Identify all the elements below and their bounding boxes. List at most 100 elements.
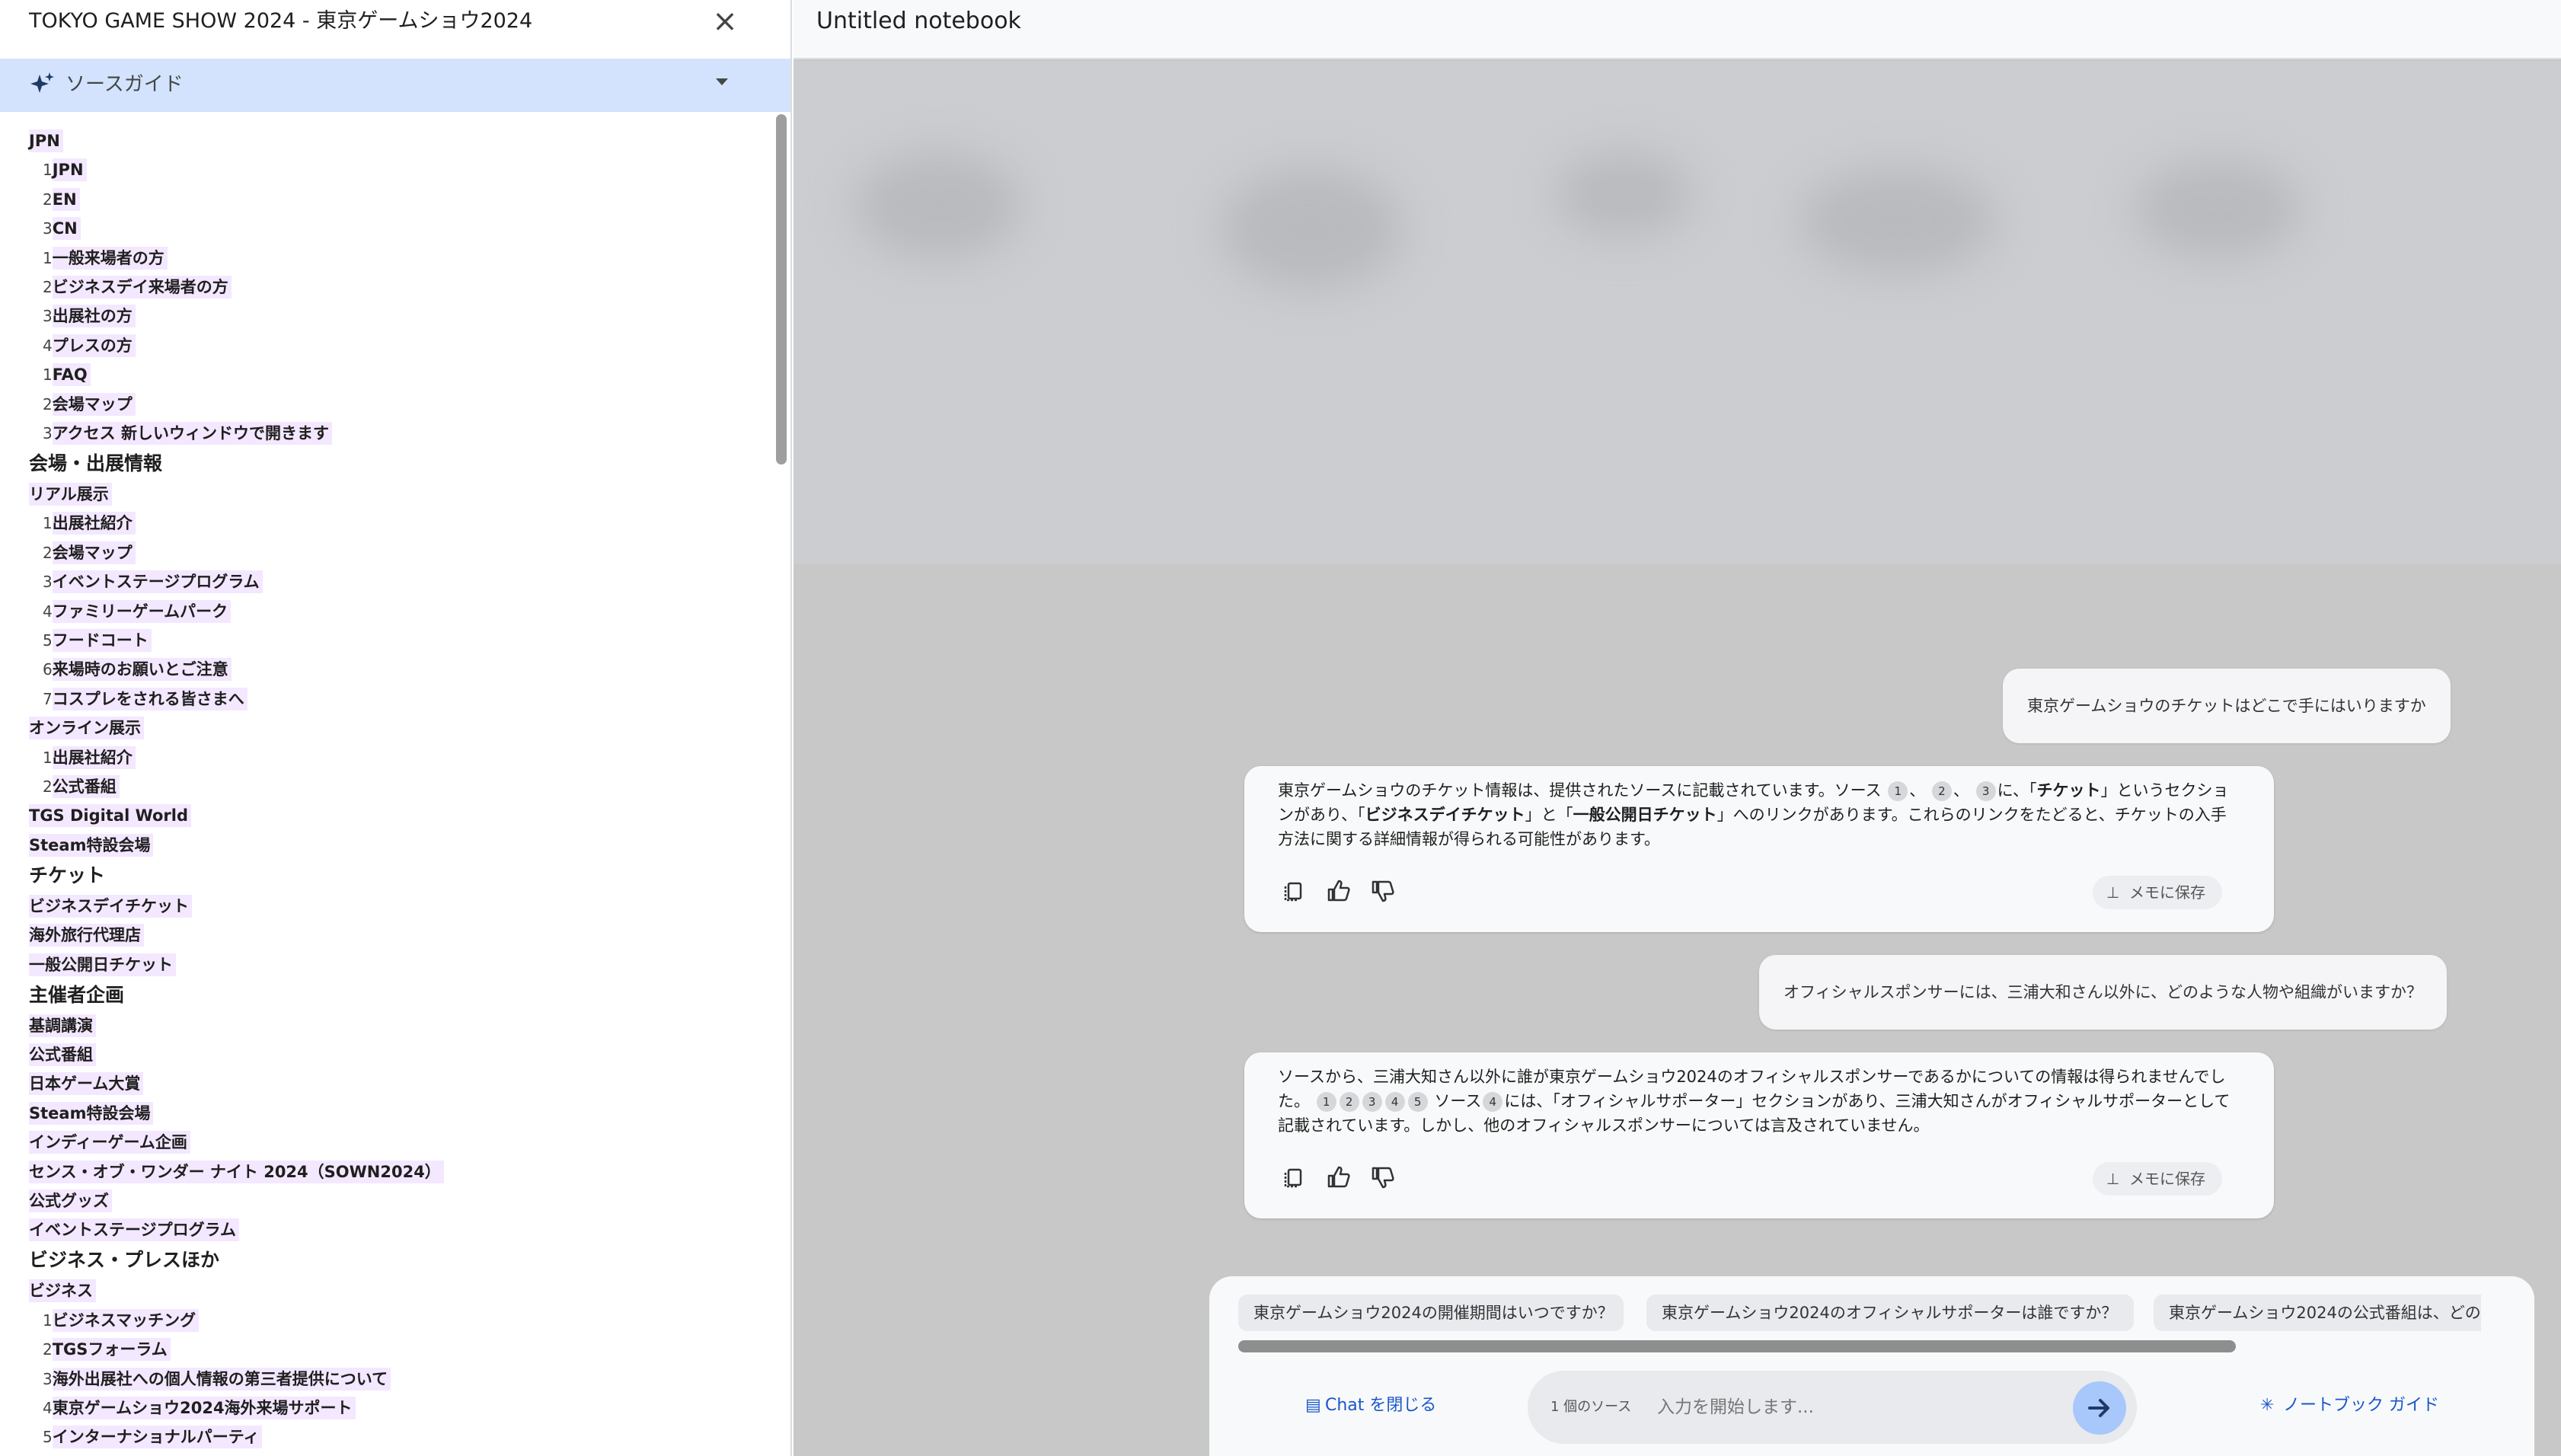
outline-item-label: 来場時のお願いとご注意 bbox=[52, 658, 232, 682]
citation-chip[interactable]: 5 bbox=[1407, 1092, 1428, 1112]
outline-item[interactable]: 4プレスの方 bbox=[43, 334, 136, 363]
outline-item[interactable]: 1出展社紹介 bbox=[43, 746, 136, 775]
copy-icon[interactable] bbox=[1278, 1161, 1311, 1194]
suggestions-scrollbar[interactable] bbox=[1238, 1340, 2236, 1352]
thumbs-up-icon[interactable] bbox=[1322, 874, 1356, 908]
outline-item[interactable]: 1出展社紹介 bbox=[43, 512, 136, 541]
citation-chip[interactable]: 4 bbox=[1384, 1092, 1405, 1112]
outline-item[interactable]: リアル展示 bbox=[29, 483, 112, 512]
source-count-badge: 1 個のソース bbox=[1550, 1399, 1632, 1415]
sparkle-icon bbox=[30, 72, 54, 93]
outline-item-label: 海外旅行代理店 bbox=[29, 924, 144, 947]
outline-item[interactable]: TGS Digital World bbox=[29, 804, 192, 833]
thumbs-up-icon[interactable] bbox=[1322, 1161, 1356, 1194]
outline-item[interactable]: 公式グッズ bbox=[29, 1189, 112, 1218]
citation-chip[interactable]: 2 bbox=[1931, 781, 1952, 801]
outline-item-label: 会場マップ bbox=[52, 541, 136, 564]
citation-chip[interactable]: 3 bbox=[1362, 1092, 1382, 1112]
outline-item[interactable]: イベントステージプログラム bbox=[29, 1218, 239, 1247]
outline-item-label: プレスの方 bbox=[52, 334, 136, 357]
outline-item[interactable]: 3海外出展社への個人情報の第三者提供について bbox=[43, 1367, 391, 1397]
outline-item[interactable]: ビジネスデイチケット bbox=[29, 894, 192, 924]
outline-item[interactable]: 3イベントステージプログラム bbox=[43, 570, 263, 599]
user-message-text: オフィシャルスポンサーには、三浦大和さん以外に、どのような人物や組織がいますか？ bbox=[1783, 983, 2422, 1001]
close-chat-button[interactable]: ▤ Chat を閉じる bbox=[1305, 1391, 1436, 1421]
outline-item-label: JPN bbox=[52, 158, 87, 182]
outline-item[interactable]: 1ビジネスマッチング bbox=[43, 1308, 200, 1338]
outline-item[interactable]: 1FAQ bbox=[43, 363, 91, 392]
suggested-question[interactable]: 東京ゲームショウ2024の開催期間はいつですか？ bbox=[1238, 1295, 1624, 1331]
outline-item[interactable]: 一般公開日チケット bbox=[29, 953, 176, 982]
outline-item[interactable]: 6来場時のお願いとご注意 bbox=[43, 658, 232, 687]
outline-item[interactable]: 1JPN bbox=[43, 158, 87, 187]
outline-item[interactable]: 3出展社の方 bbox=[43, 305, 136, 334]
outline-item-label: アクセス 新しいウィンドウで開きます bbox=[52, 422, 332, 445]
thumbs-down-icon[interactable] bbox=[1366, 874, 1400, 908]
suggested-question[interactable]: 東京ゲームショウ2024の公式番組は、どの bbox=[2154, 1295, 2481, 1331]
outline-item[interactable]: 2会場マップ bbox=[43, 541, 136, 570]
save-to-note-button[interactable]: ⊥ メモに保存 bbox=[2093, 876, 2222, 909]
outline-item[interactable]: ビジネス bbox=[29, 1279, 96, 1308]
thumbs-down-icon[interactable] bbox=[1366, 1161, 1400, 1194]
outline-item[interactable]: 3CN bbox=[43, 217, 81, 246]
outline-item[interactable]: 会場・出展情報 bbox=[29, 452, 165, 481]
outline-scrollbar-thumb[interactable] bbox=[776, 114, 787, 465]
outline-item[interactable]: 2公式番組 bbox=[43, 775, 120, 804]
outline-item-label: 会場・出展情報 bbox=[29, 452, 163, 474]
outline-item-number: 3 bbox=[43, 1369, 53, 1388]
outline-item-label: 一般公開日チケット bbox=[29, 953, 176, 976]
suggested-question[interactable]: 東京ゲームショウ2024のオフィシャルサポーターは誰ですか？ bbox=[1646, 1295, 2134, 1331]
outline-item[interactable]: 公式番組 bbox=[29, 1043, 96, 1072]
chat-input[interactable] bbox=[1657, 1389, 2053, 1426]
citation-chip[interactable]: 1 bbox=[1316, 1092, 1336, 1112]
outline-item[interactable]: 主催者企画 bbox=[29, 984, 127, 1013]
response-actions: ⊥ メモに保存 bbox=[1278, 874, 2222, 912]
outline-item-label: 海外出展社への個人情報の第三者提供について bbox=[52, 1367, 391, 1391]
outline-item[interactable]: 4東京ゲームショウ2024海外来場サポート bbox=[43, 1397, 356, 1426]
outline-item[interactable]: 5インターナショナルパーティ bbox=[43, 1426, 263, 1454]
outline-item[interactable]: 4ファミリーゲームパーク bbox=[43, 599, 232, 629]
outline-item[interactable]: 7コスプレをされる皆さまへ bbox=[43, 687, 247, 717]
outline-item[interactable]: 2ビジネスデイ来場者の方 bbox=[43, 276, 232, 305]
outline-item-label: JPN bbox=[29, 129, 63, 152]
outline-item-label: インターナショナルパーティ bbox=[52, 1426, 263, 1449]
citation-chip[interactable]: 3 bbox=[1975, 781, 1996, 801]
outline-item[interactable]: ビジネス・プレスほか bbox=[29, 1249, 222, 1278]
citation-chip[interactable]: 4 bbox=[1483, 1092, 1503, 1112]
outline-item[interactable]: インディーゲーム企画 bbox=[29, 1131, 190, 1160]
outline-item-label: 主催者企画 bbox=[29, 983, 125, 1006]
outline-item-number: 1 bbox=[43, 366, 53, 385]
chevron-down-icon bbox=[716, 78, 728, 85]
outline-item[interactable]: 2EN bbox=[43, 187, 80, 217]
source-guide-toggle[interactable]: ソースガイド bbox=[0, 59, 790, 112]
outline-item[interactable]: 1一般来場者の方 bbox=[43, 246, 168, 276]
outline-item[interactable]: Steam特設会場 bbox=[29, 833, 154, 863]
outline-item-label: 公式グッズ bbox=[29, 1189, 112, 1212]
outline-item[interactable]: 海外旅行代理店 bbox=[29, 924, 144, 953]
outline-item[interactable]: オンライン展示 bbox=[29, 717, 144, 746]
notebook-guide-button[interactable]: ✳ ノートブック ガイド bbox=[2260, 1391, 2439, 1421]
source-panel: TOKYO GAME SHOW 2024 - 東京ゲームショウ2024 × ソー… bbox=[0, 0, 792, 1456]
outline-item[interactable]: 基調講演 bbox=[29, 1014, 96, 1043]
source-header: TOKYO GAME SHOW 2024 - 東京ゲームショウ2024 × bbox=[0, 0, 790, 58]
outline-item[interactable]: 3アクセス 新しいウィンドウで開きます bbox=[43, 422, 332, 451]
outline-item-number: 2 bbox=[43, 1340, 53, 1359]
send-button[interactable] bbox=[2073, 1381, 2126, 1435]
outline-item[interactable]: 日本ゲーム大賞 bbox=[29, 1072, 144, 1101]
outline-item[interactable]: Steam特設会場 bbox=[29, 1101, 154, 1131]
close-icon[interactable]: × bbox=[711, 6, 739, 37]
save-to-note-button[interactable]: ⊥ メモに保存 bbox=[2093, 1162, 2222, 1196]
outline-item[interactable]: センス・オブ・ワンダー ナイト 2024（SOWN2024） bbox=[29, 1160, 444, 1189]
notebook-title[interactable]: Untitled notebook bbox=[816, 6, 1021, 37]
outline-item-label: コスプレをされる皆さまへ bbox=[52, 687, 247, 710]
outline-item-label: 日本ゲーム大賞 bbox=[29, 1072, 144, 1096]
citation-chip[interactable]: 1 bbox=[1888, 781, 1908, 801]
outline-item[interactable]: 2TGSフォーラム bbox=[43, 1338, 171, 1367]
outline-item[interactable]: 2会場マップ bbox=[43, 392, 136, 422]
outline-item-label: 出展社紹介 bbox=[52, 746, 136, 769]
copy-icon[interactable] bbox=[1278, 874, 1311, 908]
citation-chip[interactable]: 2 bbox=[1339, 1092, 1359, 1112]
outline-item[interactable]: チケット bbox=[29, 864, 108, 893]
outline-item[interactable]: 5フードコート bbox=[43, 629, 152, 658]
outline-item[interactable]: JPN bbox=[29, 129, 63, 158]
